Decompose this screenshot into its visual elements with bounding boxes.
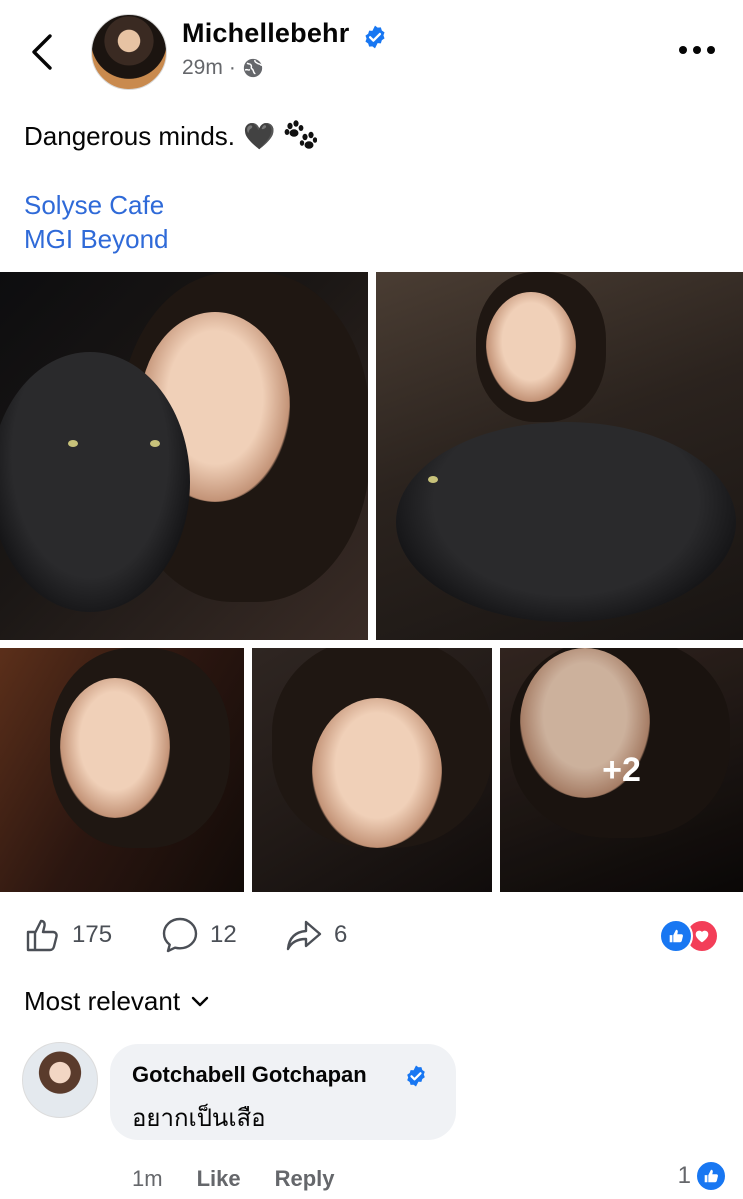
commenter-name[interactable]: Gotchabell Gotchapan (132, 1062, 367, 1088)
like-reaction-icon (695, 1160, 727, 1192)
post-photo-1[interactable] (0, 272, 368, 640)
comment-like-count: 1 (677, 1162, 691, 1189)
comment-meta: 1m Like Reply (132, 1166, 335, 1192)
paws-icon (284, 120, 318, 149)
tag-link-solyse-cafe[interactable]: Solyse Cafe (24, 190, 164, 221)
chevron-left-icon (32, 34, 52, 70)
post-caption: Dangerous minds. 🖤 (24, 120, 318, 152)
tag-link-mgi-beyond[interactable]: MGI Beyond (24, 224, 169, 255)
comment-text: อยากเป็นเสือ (132, 1105, 266, 1132)
black-heart-emoji: 🖤 (243, 120, 276, 151)
caption-text: Dangerous minds. (24, 120, 235, 151)
comment-bubble-icon (162, 917, 198, 953)
post-photo-5[interactable]: +2 (500, 648, 743, 892)
like-reaction-icon (659, 919, 693, 953)
post-actions: 175 12 6 (22, 915, 721, 957)
more-photos-count: +2 (602, 750, 641, 789)
verified-badge-icon (407, 1065, 425, 1087)
like-button[interactable]: 175 (22, 915, 112, 955)
author-name[interactable]: Michellebehr (182, 18, 349, 49)
comment-count: 12 (210, 921, 237, 948)
back-button[interactable] (22, 30, 66, 74)
share-button[interactable]: 6 (284, 915, 347, 955)
post-time[interactable]: 29m (182, 56, 223, 80)
comment-button[interactable]: 12 (160, 915, 237, 955)
verified-badge-icon (365, 25, 385, 49)
comment-bubble[interactable]: Gotchabell Gotchapan อยากเป็นเสือ (110, 1044, 456, 1140)
reaction-summary[interactable] (659, 919, 721, 953)
post-photo-2[interactable] (376, 272, 743, 640)
more-horizontal-icon (679, 46, 715, 54)
post-photo-3[interactable] (0, 648, 244, 892)
comment-reaction-count[interactable]: 1 (678, 1160, 727, 1192)
comment-reply-button[interactable]: Reply (275, 1166, 335, 1192)
globe-icon (243, 58, 263, 78)
comment-like-button[interactable]: Like (197, 1166, 241, 1192)
commenter-avatar[interactable] (22, 1042, 98, 1118)
comment-sort-dropdown[interactable]: Most relevant (24, 986, 210, 1017)
more-photos-overlay[interactable]: +2 (500, 648, 743, 892)
author-avatar[interactable] (91, 14, 167, 90)
thumbs-up-icon (26, 919, 58, 952)
post-photo-4[interactable] (252, 648, 492, 892)
like-count: 175 (72, 921, 113, 948)
share-count: 6 (334, 921, 348, 948)
post-meta: 29m · (182, 56, 264, 80)
meta-separator: · (228, 56, 236, 79)
share-arrow-icon (286, 920, 322, 951)
sort-label: Most relevant (24, 986, 181, 1016)
post-page: Michellebehr 29m · Dangerous minds. 🖤 So… (0, 0, 743, 1199)
more-options-button[interactable] (676, 40, 718, 60)
comment-time: 1m (132, 1166, 163, 1191)
chevron-down-icon (191, 996, 209, 1006)
